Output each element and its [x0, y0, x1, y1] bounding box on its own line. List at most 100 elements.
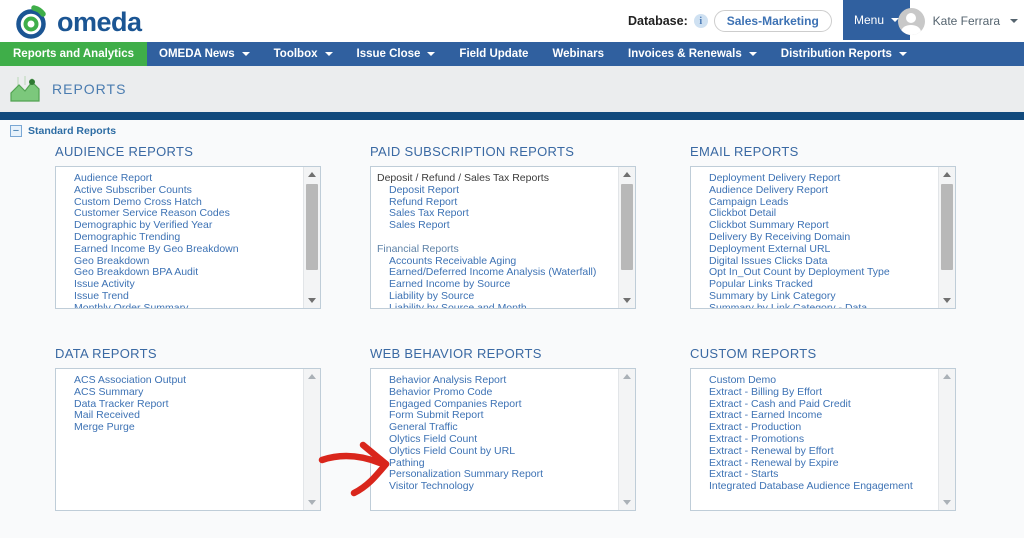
nav-item-reports-and-analytics[interactable]: Reports and Analytics [0, 42, 147, 66]
report-link-deposit-report[interactable]: Deposit Report [371, 185, 618, 197]
scroll-up-arrow[interactable] [304, 167, 320, 182]
scroll-down-arrow[interactable] [304, 495, 320, 510]
report-listbox: Behavior Analysis ReportBehavior Promo C… [370, 368, 636, 511]
scroll-down-arrow[interactable] [304, 293, 320, 308]
scroll-up-arrow[interactable] [939, 167, 955, 182]
report-section-data-reports: DATA REPORTSACS Association OutputACS Su… [55, 346, 321, 511]
scrollbar[interactable] [618, 167, 635, 308]
top-header: omeda Database: i Menu Kate Ferrara [0, 0, 1024, 42]
report-link-liability-by-source-and-month[interactable]: Liability by Source and Month [371, 303, 618, 308]
report-listbox: ACS Association OutputACS SummaryData Tr… [55, 368, 321, 511]
section-title: AUDIENCE REPORTS [55, 144, 321, 159]
report-listbox: Deposit / Refund / Sales Tax ReportsDepo… [370, 166, 636, 309]
report-link-monthly-order-summary[interactable]: Monthly Order Summary [56, 303, 303, 308]
avatar [898, 8, 925, 35]
scroll-down-arrow[interactable] [619, 495, 635, 510]
nav-item-issue-close[interactable]: Issue Close [345, 42, 448, 66]
report-link-merge-purge[interactable]: Merge Purge [56, 422, 303, 434]
report-link-audience-delivery-report[interactable]: Audience Delivery Report [691, 185, 938, 197]
caret-down-icon [427, 52, 435, 56]
scroll-up-arrow[interactable] [619, 167, 635, 182]
scrollbar-thumb[interactable] [941, 184, 953, 270]
report-link-demographic-trending[interactable]: Demographic Trending [56, 232, 303, 244]
report-link-acs-summary[interactable]: ACS Summary [56, 387, 303, 399]
scroll-down-arrow[interactable] [619, 293, 635, 308]
database-selector-group: Database: i [628, 0, 832, 42]
report-listbox: Deployment Delivery ReportAudience Deliv… [690, 166, 956, 309]
list-spacer [371, 232, 618, 244]
main-nav: Reports and Analytics OMEDA News Toolbox Is… [0, 42, 1024, 66]
section-title: EMAIL REPORTS [690, 144, 956, 159]
scrollbar[interactable] [618, 369, 635, 510]
report-listbox: Custom DemoExtract - Billing By EffortEx… [690, 368, 956, 511]
report-link-olytics-field-count[interactable]: Olytics Field Count [371, 434, 618, 446]
triangle-down-icon [623, 298, 631, 303]
report-link-deployment-external-url[interactable]: Deployment External URL [691, 244, 938, 256]
report-link-active-subscriber-counts[interactable]: Active Subscriber Counts [56, 185, 303, 197]
standard-reports-toggle[interactable]: − Standard Reports [10, 125, 116, 137]
nav-item-label: Distribution Reports [781, 48, 892, 60]
report-list: Deposit / Refund / Sales Tax ReportsDepo… [371, 167, 618, 308]
user-name: Kate Ferrara [933, 14, 1000, 28]
section-title: CUSTOM REPORTS [690, 346, 956, 361]
omeda-logo[interactable]: omeda [14, 4, 142, 40]
scrollbar[interactable] [303, 369, 320, 510]
menu-label: Menu [854, 13, 884, 27]
report-group-label: Financial Reports [371, 244, 618, 256]
nav-item-label: Toolbox [274, 48, 318, 60]
scroll-up-arrow[interactable] [304, 369, 320, 384]
report-link-behavior-promo-code[interactable]: Behavior Promo Code [371, 387, 618, 399]
section-title: PAID SUBSCRIPTION REPORTS [370, 144, 636, 159]
report-link-summary-by-link-category[interactable]: Summary by Link Category [691, 291, 938, 303]
collapse-minus-icon[interactable]: − [10, 125, 22, 137]
report-link-summary-by-link-category-data[interactable]: Summary by Link Category - Data [691, 303, 938, 308]
logo-wordmark: omeda [57, 7, 142, 38]
triangle-up-icon [623, 374, 631, 379]
reports-chart-icon [10, 75, 40, 103]
nav-item-invoices-renewals[interactable]: Invoices & Renewals [616, 42, 769, 66]
omeda-logo-icon [14, 4, 50, 40]
report-list: Behavior Analysis ReportBehavior Promo C… [371, 369, 618, 510]
info-icon[interactable]: i [694, 14, 708, 28]
user-menu[interactable]: Kate Ferrara [898, 0, 1018, 42]
nav-item-toolbox[interactable]: Toolbox [262, 42, 345, 66]
page-banner: REPORTS [0, 66, 1024, 112]
scrollbar-thumb[interactable] [621, 184, 633, 270]
scroll-down-arrow[interactable] [939, 495, 955, 510]
nav-item-omeda-news[interactable]: OMEDA News [147, 42, 262, 66]
database-input[interactable] [714, 10, 832, 32]
caret-down-icon [899, 52, 907, 56]
nav-item-field-update[interactable]: Field Update [447, 42, 540, 66]
report-section-custom-reports: CUSTOM REPORTS Custom DemoExtract - Billi… [690, 346, 956, 511]
triangle-up-icon [943, 172, 951, 177]
caret-down-icon [242, 52, 250, 56]
report-link-extract-renewal-by-effort[interactable]: Extract - Renewal by Effort [691, 446, 938, 458]
scrollbar[interactable] [303, 167, 320, 308]
report-link-olytics-field-count-by-url[interactable]: Olytics Field Count by URL [371, 446, 618, 458]
caret-down-icon [325, 52, 333, 56]
scroll-up-arrow[interactable] [619, 369, 635, 384]
scrollbar[interactable] [938, 369, 955, 510]
scroll-down-arrow[interactable] [939, 293, 955, 308]
report-link-liability-by-source[interactable]: Liability by Source [371, 291, 618, 303]
report-link-issue-trend[interactable]: Issue Trend [56, 291, 303, 303]
report-link-extract-billing-by-effort[interactable]: Extract - Billing By Effort [691, 387, 938, 399]
report-link-integrated-database-audience-engagement[interactable]: Integrated Database Audience Engagement [691, 481, 938, 493]
report-link-extract-promotions[interactable]: Extract - Promotions [691, 434, 938, 446]
report-link-delivery-by-receiving-domain[interactable]: Delivery By Receiving Domain [691, 232, 938, 244]
report-section-audience-reports: AUDIENCE REPORTSAudience ReportActive Su… [55, 144, 321, 309]
nav-item-label: Issue Close [357, 48, 421, 60]
scroll-up-arrow[interactable] [939, 369, 955, 384]
nav-item-webinars[interactable]: Webinars [540, 42, 616, 66]
report-link-visitor-technology[interactable]: Visitor Technology [371, 481, 618, 493]
report-link-earned-income-by-geo-breakdown[interactable]: Earned Income By Geo Breakdown [56, 244, 303, 256]
nav-item-label: OMEDA News [159, 48, 235, 60]
report-link-sales-report[interactable]: Sales Report [371, 220, 618, 232]
scrollbar[interactable] [938, 167, 955, 308]
triangle-up-icon [623, 172, 631, 177]
nav-item-distribution-reports[interactable]: Distribution Reports [769, 42, 919, 66]
nav-item-label: Invoices & Renewals [628, 48, 742, 60]
caret-down-icon [1010, 19, 1018, 23]
triangle-up-icon [308, 374, 316, 379]
scrollbar-thumb[interactable] [306, 184, 318, 270]
